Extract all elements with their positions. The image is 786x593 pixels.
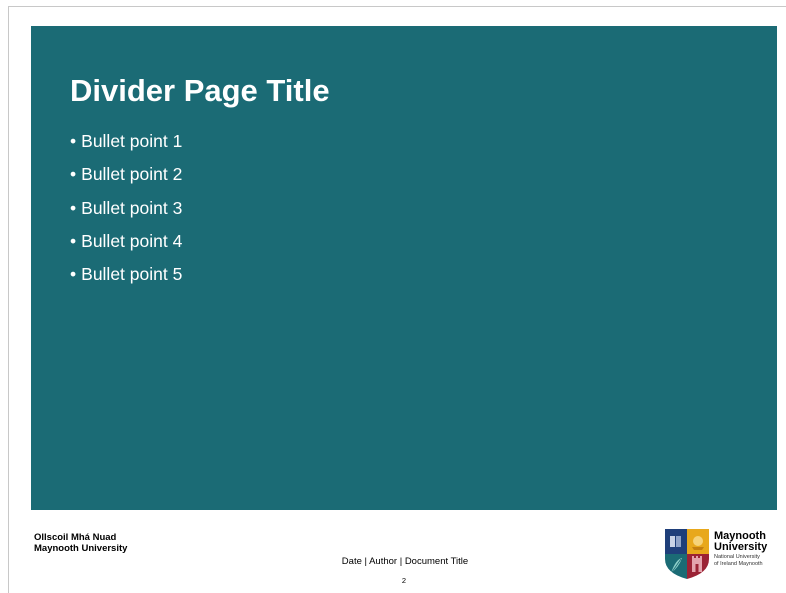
bullet-text: Bullet point 1 bbox=[81, 131, 183, 151]
slide-border-top bbox=[8, 6, 786, 7]
bullet-icon: • bbox=[70, 230, 77, 251]
university-english-name: Maynooth University bbox=[34, 543, 128, 554]
bullet-text: Bullet point 4 bbox=[81, 230, 183, 251]
university-irish-name: Ollscoil Mhá Nuad bbox=[34, 532, 117, 543]
divider-panel: Divider Page Title • Bullet point 1 • Bull… bbox=[31, 26, 777, 510]
university-logo: Maynooth University National University … bbox=[665, 529, 780, 579]
bullet-item[interactable]: • Bullet point 1 bbox=[70, 127, 182, 160]
slide-title[interactable]: Divider Page Title bbox=[70, 72, 330, 110]
bullet-text: Bullet point 5 bbox=[81, 264, 183, 285]
footer-text[interactable]: Date | Author | Document Title bbox=[300, 556, 510, 568]
bullet-item[interactable]: • Bullet point 4 bbox=[70, 227, 182, 260]
bullet-text: Bullet point 3 bbox=[81, 197, 183, 218]
bullet-icon: • bbox=[70, 164, 77, 185]
slide-border-left bbox=[8, 6, 9, 593]
slide: Divider Page Title • Bullet point 1 • Bull… bbox=[0, 0, 786, 593]
logo-subtitle-line-2: of Ireland Maynooth bbox=[714, 561, 763, 567]
logo-name-line-2: University bbox=[714, 541, 768, 553]
logo-subtitle-line-1: National University bbox=[714, 554, 760, 560]
university-crest-icon bbox=[665, 529, 709, 579]
bullet-list: • Bullet point 1 • Bullet point 2 • Bullet … bbox=[70, 127, 182, 293]
bullet-icon: • bbox=[70, 197, 77, 218]
bullet-icon: • bbox=[70, 264, 77, 285]
bullet-item[interactable]: • Bullet point 2 bbox=[70, 160, 182, 193]
bullet-text: Bullet point 2 bbox=[81, 164, 183, 185]
page-number: 2 bbox=[401, 576, 407, 585]
bullet-item[interactable]: • Bullet point 3 bbox=[70, 194, 182, 227]
bullet-item[interactable]: • Bullet point 5 bbox=[70, 260, 182, 293]
bullet-icon: • bbox=[70, 131, 77, 151]
